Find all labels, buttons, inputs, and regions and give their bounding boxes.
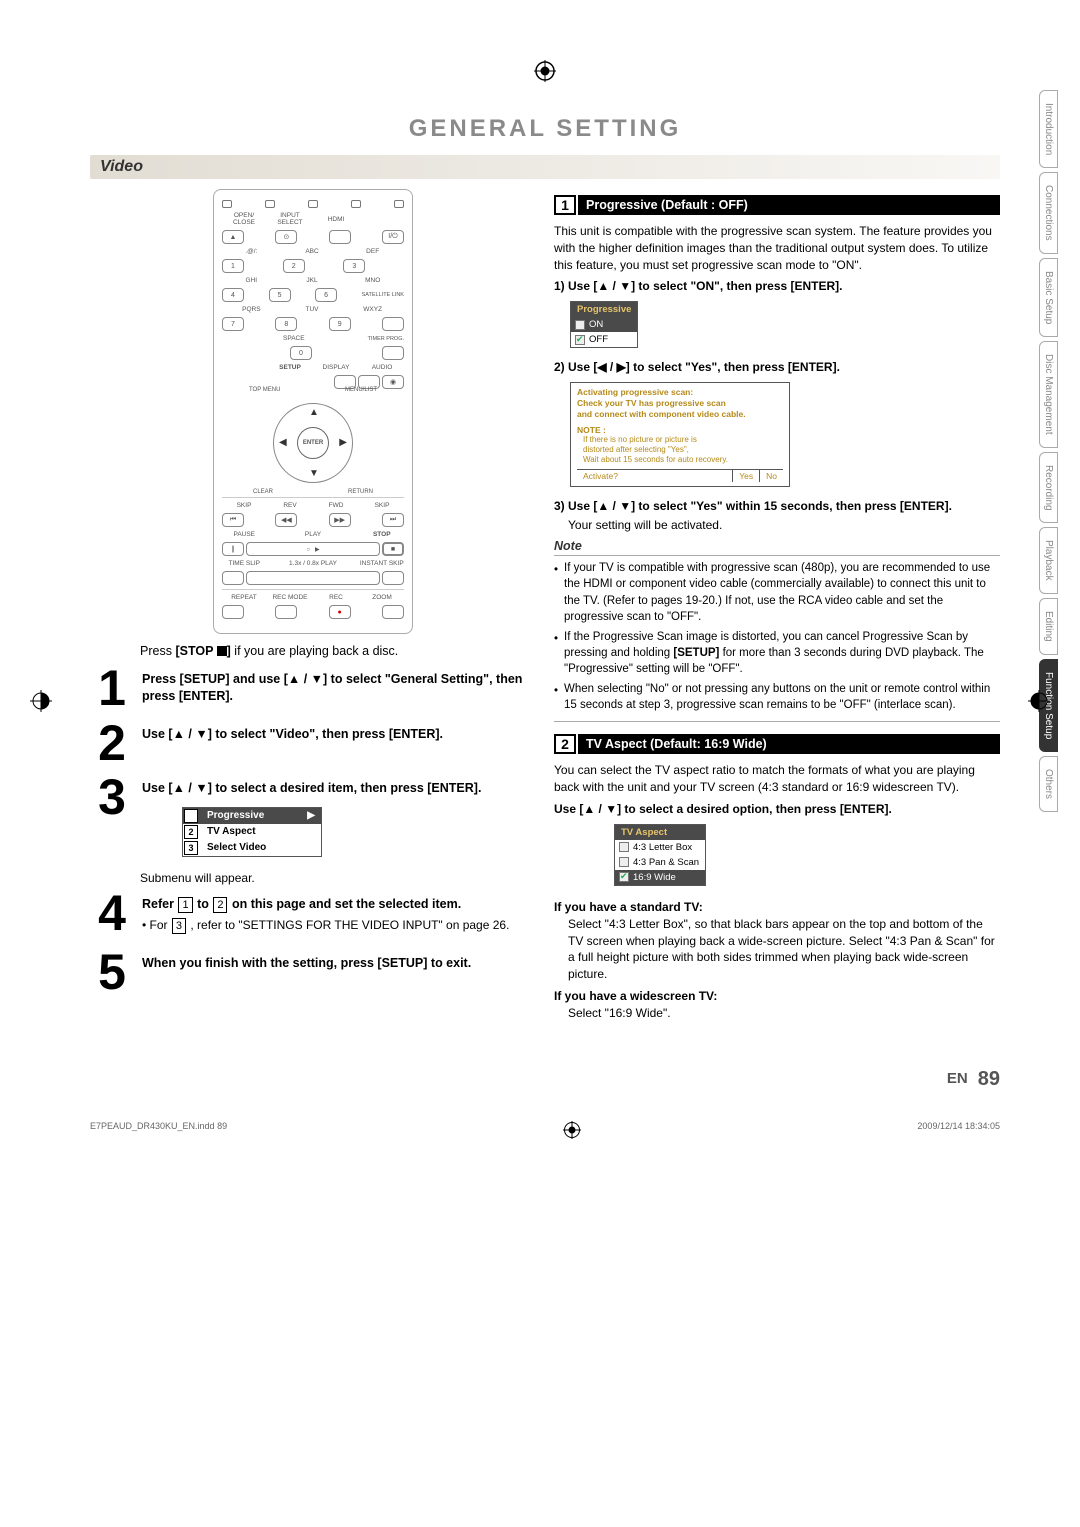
tab-introduction[interactable]: Introduction: [1039, 90, 1058, 168]
crop-mark-bottom: [563, 1121, 581, 1139]
osd-tvaspect: TV Aspect 4:3 Letter Box 4:3 Pan & Scan …: [614, 824, 706, 886]
footer-left: E7PEAUD_DR430KU_EN.indd 89: [90, 1121, 227, 1139]
rec-icon: ●: [329, 605, 351, 619]
note-heading: Note: [554, 539, 1000, 553]
press-stop-text: Press [STOP ] if you are playing back a …: [140, 644, 536, 658]
stop-icon: ■: [382, 542, 404, 556]
step-3: 3 Use [▲ / ▼] to select a desired item, …: [90, 777, 536, 863]
banner-tvaspect: 2TV Aspect (Default: 16:9 Wide): [554, 734, 1000, 754]
tab-others[interactable]: Others: [1039, 756, 1058, 812]
hdmi-button: [329, 230, 351, 244]
footer-right: 2009/12/14 18:34:05: [917, 1121, 1000, 1139]
dpad: TOP MENU MENU/LIST ENTER ▲ ▼ ◀ ▶ CLEAR R…: [253, 393, 373, 493]
page-number: EN89: [90, 1068, 1000, 1091]
skip-next-icon: ⏭: [382, 513, 404, 527]
substep-1: 1) Use [▲ / ▼] to select "ON", then pres…: [554, 279, 1000, 293]
crop-mark-right: [1028, 690, 1050, 715]
standard-tv-body: Select "4:3 Letter Box", so that black b…: [568, 916, 1000, 983]
widescreen-tv-heading: If you have a widescreen TV:: [554, 989, 1000, 1003]
input-select-button: ⊙: [275, 230, 297, 244]
up-arrow-icon: ▲: [309, 407, 319, 418]
substep-3: 3) Use [▲ / ▼] to select "Yes" within 15…: [554, 499, 1000, 513]
osd-progressive: Progressive ON OFF: [570, 301, 638, 348]
progressive-intro: This unit is compatible with the progres…: [554, 223, 1000, 273]
enter-button: ENTER: [297, 427, 329, 459]
tab-basic-setup[interactable]: Basic Setup: [1039, 258, 1058, 337]
down-arrow-icon: ▼: [309, 468, 319, 479]
right-arrow-icon: ▶: [339, 437, 347, 448]
section-header: Video: [90, 155, 1000, 179]
substep-2: 2) Use [◀ / ▶] to select "Yes", then pre…: [554, 360, 1000, 374]
note-box: •If your TV is compatible with progressi…: [554, 555, 1000, 722]
tab-connections[interactable]: Connections: [1039, 172, 1058, 254]
tab-disc-management[interactable]: Disc Management: [1039, 341, 1058, 448]
standard-tv-heading: If you have a standard TV:: [554, 900, 1000, 914]
step-4: 4 Refer 1 to 2 on this page and set the …: [90, 893, 536, 938]
page-title: GENERAL SETTING: [90, 115, 1000, 143]
open-close-button: ▲: [222, 230, 244, 244]
play-icon: ○ ▶: [246, 542, 380, 556]
skip-prev-icon: ⏮: [222, 513, 244, 527]
stop-square-icon: [217, 646, 227, 656]
step-5: 5 When you finish with the setting, pres…: [90, 952, 536, 992]
section-label: Video: [100, 158, 143, 175]
right-triangle-icon: ▶: [307, 810, 315, 821]
rev-icon: ◀◀: [275, 513, 297, 527]
tab-recording[interactable]: Recording: [1039, 452, 1058, 524]
left-arrow-icon: ◀: [279, 437, 287, 448]
pause-icon: ∥: [222, 542, 244, 556]
tab-playback[interactable]: Playback: [1039, 527, 1058, 594]
step-1: 1 Press [SETUP] and use [▲ / ▼] to selec…: [90, 668, 536, 709]
fwd-icon: ▶▶: [329, 513, 351, 527]
crop-mark-top: [90, 60, 1000, 85]
tvaspect-intro: You can select the TV aspect ratio to ma…: [554, 762, 1000, 796]
submenu-note: Submenu will appear.: [140, 871, 536, 885]
tab-editing[interactable]: Editing: [1039, 598, 1058, 655]
substep-4: Use [▲ / ▼] to select a desired option, …: [554, 802, 1000, 816]
remote-illustration: OPEN/ CLOSE INPUT SELECT HDMI ▲ ⊙ I/⏻ .@…: [213, 189, 413, 634]
crop-mark-left: [30, 690, 52, 715]
submenu-osd: 1Progressive▶ 2TV Aspect 3Select Video: [182, 807, 322, 857]
step-2: 2 Use [▲ / ▼] to select "Video", then pr…: [90, 723, 536, 763]
footer-meta: E7PEAUD_DR430KU_EN.indd 89 2009/12/14 18…: [90, 1121, 1000, 1139]
osd-activate: Activating progressive scan: Check your …: [570, 382, 790, 486]
substep-3-follow: Your setting will be activated.: [568, 517, 1000, 534]
widescreen-tv-body: Select "16:9 Wide".: [568, 1005, 1000, 1022]
power-button: I/⏻: [382, 230, 404, 244]
banner-progressive: 1Progressive (Default : OFF): [554, 195, 1000, 215]
